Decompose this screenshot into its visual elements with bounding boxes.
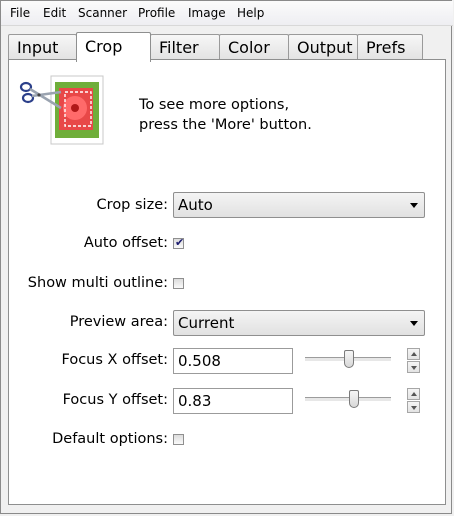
auto-offset-checkbox[interactable]: ✔ [173, 236, 185, 249]
crop-size-value: Auto [178, 196, 213, 214]
tab-color[interactable]: Color [219, 34, 289, 60]
auto-offset-label: Auto offset: [83, 235, 168, 251]
menu-edit[interactable]: Edit [43, 5, 66, 21]
preview-area-value: Current [178, 314, 235, 332]
chevron-down-icon [410, 321, 418, 326]
app-window: File Edit Scanner Profile Image Help Inp… [0, 0, 453, 514]
hint-line-2: press the 'More' button. [139, 117, 312, 133]
checkmark-icon: ✔ [175, 236, 185, 249]
focus-y-input[interactable]: 0.83 [173, 388, 293, 414]
show-multi-outline-checkbox[interactable] [173, 278, 184, 289]
tab-crop[interactable]: Crop [76, 32, 151, 62]
crop-scissors-icon [19, 75, 104, 145]
focus-x-slider-thumb[interactable] [343, 350, 354, 368]
arrow-up-icon [411, 392, 417, 396]
spin-up-button[interactable] [407, 388, 420, 400]
tab-strip: Input Crop Filter Color Output Prefs [8, 32, 446, 62]
crop-panel: To see more options, press the 'More' bu… [8, 59, 446, 505]
tab-output[interactable]: Output [288, 34, 358, 60]
arrow-down-icon [411, 406, 417, 410]
menu-file[interactable]: File [10, 5, 30, 21]
spin-up-button[interactable] [407, 348, 420, 360]
hint-line-1: To see more options, [139, 97, 290, 113]
spin-down-button[interactable] [407, 361, 420, 373]
focus-y-label: Focus Y offset: [62, 392, 168, 408]
preview-area-label: Preview area: [69, 314, 168, 330]
tab-filter[interactable]: Filter [150, 34, 220, 60]
crop-size-select[interactable]: Auto [173, 192, 425, 218]
arrow-down-icon [411, 366, 417, 370]
menu-profile[interactable]: Profile [138, 5, 175, 21]
focus-x-label: Focus X offset: [61, 352, 168, 368]
tab-input[interactable]: Input [8, 34, 77, 60]
focus-y-slider-track[interactable] [305, 397, 391, 402]
tab-prefs[interactable]: Prefs [357, 34, 423, 60]
arrow-up-icon [411, 352, 417, 356]
default-options-checkbox[interactable] [173, 434, 184, 445]
menu-scanner[interactable]: Scanner [78, 5, 127, 21]
focus-y-spinner[interactable] [407, 388, 420, 414]
menu-help[interactable]: Help [237, 5, 264, 21]
menu-bar: File Edit Scanner Profile Image Help [1, 1, 453, 26]
crop-size-label: Crop size: [96, 197, 168, 213]
preview-area-select[interactable]: Current [173, 310, 425, 336]
default-options-label: Default options: [52, 431, 168, 447]
show-multi-outline-label: Show multi outline: [27, 275, 168, 291]
focus-x-spinner[interactable] [407, 348, 420, 374]
chevron-down-icon [410, 203, 418, 208]
focus-x-input[interactable]: 0.508 [173, 348, 293, 374]
menu-image[interactable]: Image [188, 5, 226, 21]
focus-y-slider-thumb[interactable] [349, 390, 360, 408]
crop-hint-text: To see more options, press the 'More' bu… [139, 95, 312, 135]
spin-down-button[interactable] [407, 401, 420, 413]
